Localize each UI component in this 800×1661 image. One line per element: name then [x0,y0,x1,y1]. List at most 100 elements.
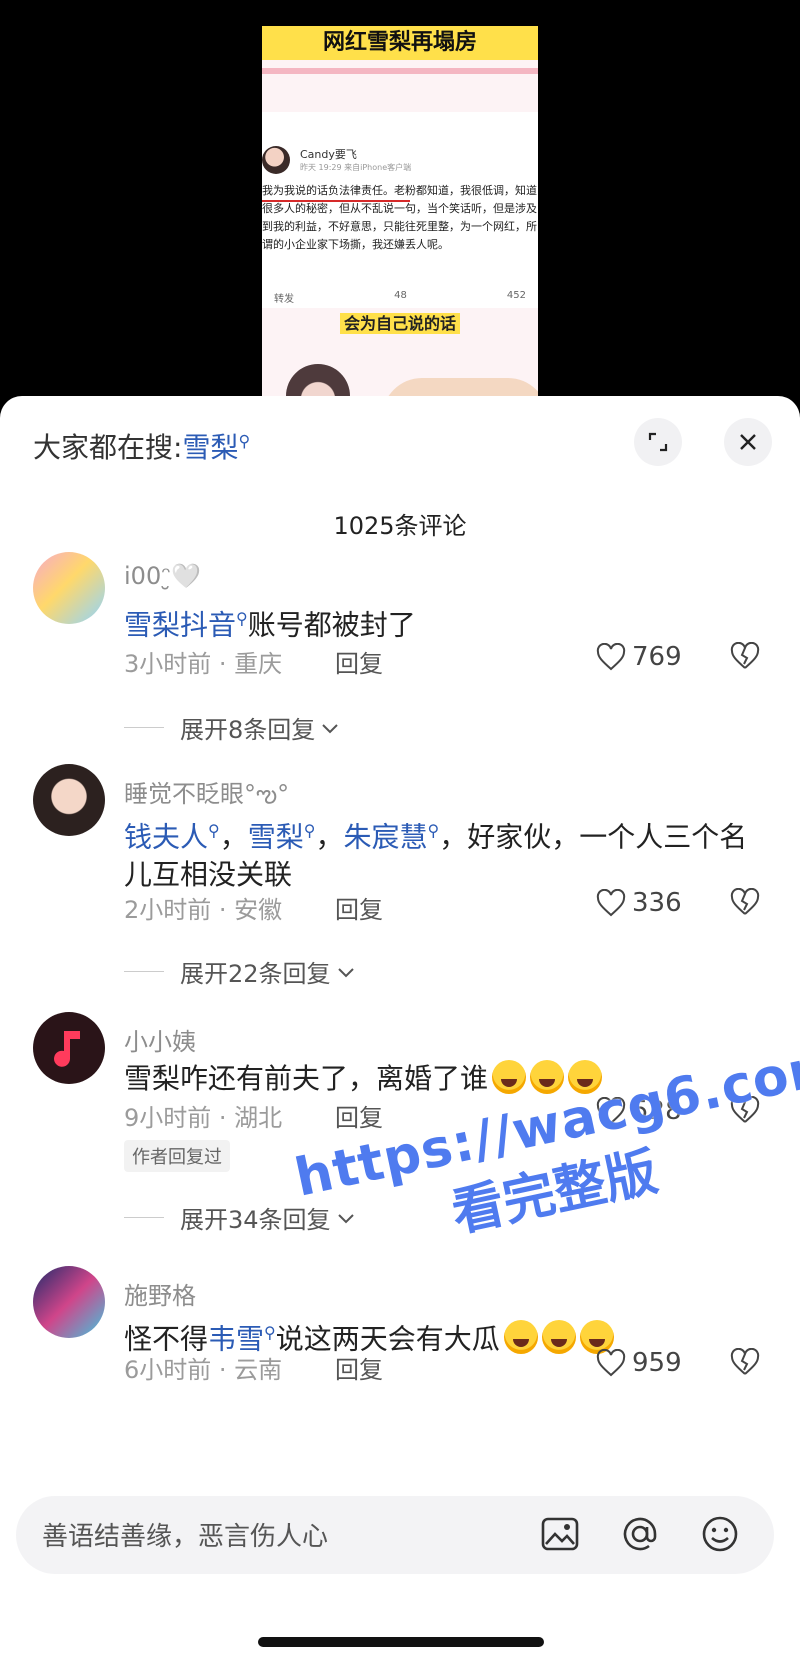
avatar[interactable] [33,1266,105,1338]
expand-button[interactable] [634,418,682,466]
like-button[interactable]: 528 [596,1096,682,1126]
expand-replies[interactable]: 展开8条回复 [124,710,341,745]
broken-heart-icon [730,1095,760,1123]
broken-heart-icon [730,887,760,915]
like-button[interactable]: 959 [596,1348,682,1378]
image-icon [541,1517,579,1551]
post-time: 昨天 19:29 来自iPhone客户端 [300,163,412,172]
post-avatar [262,146,290,174]
search-icon: ⚲ [427,821,440,840]
emoji-button[interactable] [700,1514,740,1558]
comment-body: 雪梨咋还有前夫了，离婚了谁 [124,1062,489,1095]
expand-replies-label: 展开22条回复 [180,960,331,988]
video-frame[interactable]: 网红雪梨再塌房 Candy要飞 昨天 19:29 来自iPhone客户端 我为我… [262,26,538,406]
video-caption: 会为自己说的话 [262,310,538,334]
laughing-emoji-icon [492,1060,527,1094]
dislike-button[interactable] [730,641,760,674]
broken-heart-icon [730,1347,760,1375]
comment-username[interactable]: 睡觉不眨眼°ఌ° [124,774,289,814]
like-count: 769 [632,642,682,672]
heart-icon [596,1349,626,1377]
avatar[interactable] [33,552,105,624]
laughing-emoji-icon [568,1060,603,1094]
dislike-button[interactable] [730,1347,760,1380]
heart-icon [596,1097,626,1125]
dislike-button[interactable] [730,1095,760,1128]
search-icon: ⚲ [303,821,316,840]
search-hint-prefix: 大家都在搜: [33,431,183,464]
separator: ， [439,820,468,854]
expand-replies[interactable]: 展开22条回复 [124,954,357,989]
expand-replies[interactable]: 展开34条回复 [124,1200,357,1235]
like-count: 528 [632,1096,682,1126]
search-link[interactable]: 朱宸慧 [344,820,428,853]
username-text: 睡觉不眨眼 [124,780,244,808]
comment-sheet: 大家都在搜:雪梨⚲ 1025条评论 i00ᵔ̮🤍 雪梨抖音⚲账号都被封了 3小时… [0,396,800,1661]
comment-meta: 9小时前 · 湖北 [124,1104,283,1132]
mention-button[interactable] [620,1514,660,1558]
heart-icon [596,643,626,671]
comment-text: 雪梨抖音⚲账号都被封了 [124,600,764,644]
image-button[interactable] [540,1514,580,1558]
video-pink-bar [262,68,538,74]
comment-meta: 3小时前 · 重庆 [124,650,283,678]
home-indicator [258,1637,544,1647]
at-icon [623,1517,657,1551]
post-underline [262,200,410,202]
laughing-emoji-icon [503,1320,538,1355]
comment-meta: 6小时前 · 云南 [124,1356,283,1384]
reply-button[interactable]: 回复 [335,644,383,679]
comment-username[interactable]: 小小姨 [124,1022,196,1057]
divider [124,727,164,728]
like-button[interactable]: 769 [596,642,682,672]
separator: ， [315,820,344,854]
comment-text: 雪梨咋还有前夫了，离婚了谁 [124,1060,764,1098]
video-title-text: 网红雪梨再塌房 [262,26,538,60]
search-hint[interactable]: 大家都在搜:雪梨⚲ [33,426,250,466]
reply-button[interactable]: 回复 [335,1098,383,1133]
separator: ， [219,820,248,854]
chevron-down-icon [337,967,354,977]
comment-input-placeholder: 善语结善缘，恶言伤人心 [42,1522,329,1552]
username-deco: ᵔ̮🤍 [161,562,202,590]
comment-count: 1025条评论 [333,512,467,540]
close-icon [740,434,756,450]
search-icon: ⚲ [264,1323,276,1342]
comment-body: 账号都被封了 [247,608,416,642]
search-icon: ⚲ [208,821,220,840]
avatar[interactable] [33,764,105,836]
smiley-icon [702,1516,738,1552]
search-link[interactable]: 钱夫人 [124,820,208,853]
expand-replies-label: 展开34条回复 [180,1206,331,1234]
author-replied-badge: 作者回复过 [124,1140,230,1172]
like-button[interactable]: 336 [596,888,682,918]
laughing-emoji-icon [541,1320,576,1355]
reply-button[interactable]: 回复 [335,1350,383,1385]
username-text: i00 [124,562,162,590]
post-like-count: 452 [506,290,526,301]
post-comment-count: 48 [394,290,407,301]
search-link[interactable]: 雪梨 [248,820,304,853]
expand-replies-label: 展开8条回复 [180,716,316,744]
search-hint-keyword[interactable]: 雪梨 [182,431,238,464]
like-count: 959 [632,1348,682,1378]
comment-username[interactable]: i00ᵔ̮🤍 [124,562,201,590]
chevron-down-icon [337,1213,354,1223]
close-button[interactable] [724,418,772,466]
avatar[interactable] [33,1012,105,1084]
search-link[interactable]: 雪梨抖音 [124,608,236,641]
comment-input[interactable]: 善语结善缘，恶言伤人心 [16,1496,774,1574]
divider [124,971,164,972]
search-icon: ⚲ [236,609,248,628]
reply-button[interactable]: 回复 [335,890,383,925]
comment-meta: 2小时前 · 安徽 [124,896,283,924]
dislike-button[interactable] [730,887,760,920]
comment-username[interactable]: 施野格 [124,1276,196,1311]
video-post-card: Candy要飞 昨天 19:29 来自iPhone客户端 我为我说的话负法律责任… [262,112,538,308]
expand-icon [648,432,668,452]
post-actions: 转发 48 452 [274,290,526,305]
broken-heart-icon [730,641,760,669]
comment-body: 说这两天会有大瓜 [275,1322,500,1356]
chevron-down-icon [322,723,338,733]
repost-label: 转发 [274,294,294,305]
